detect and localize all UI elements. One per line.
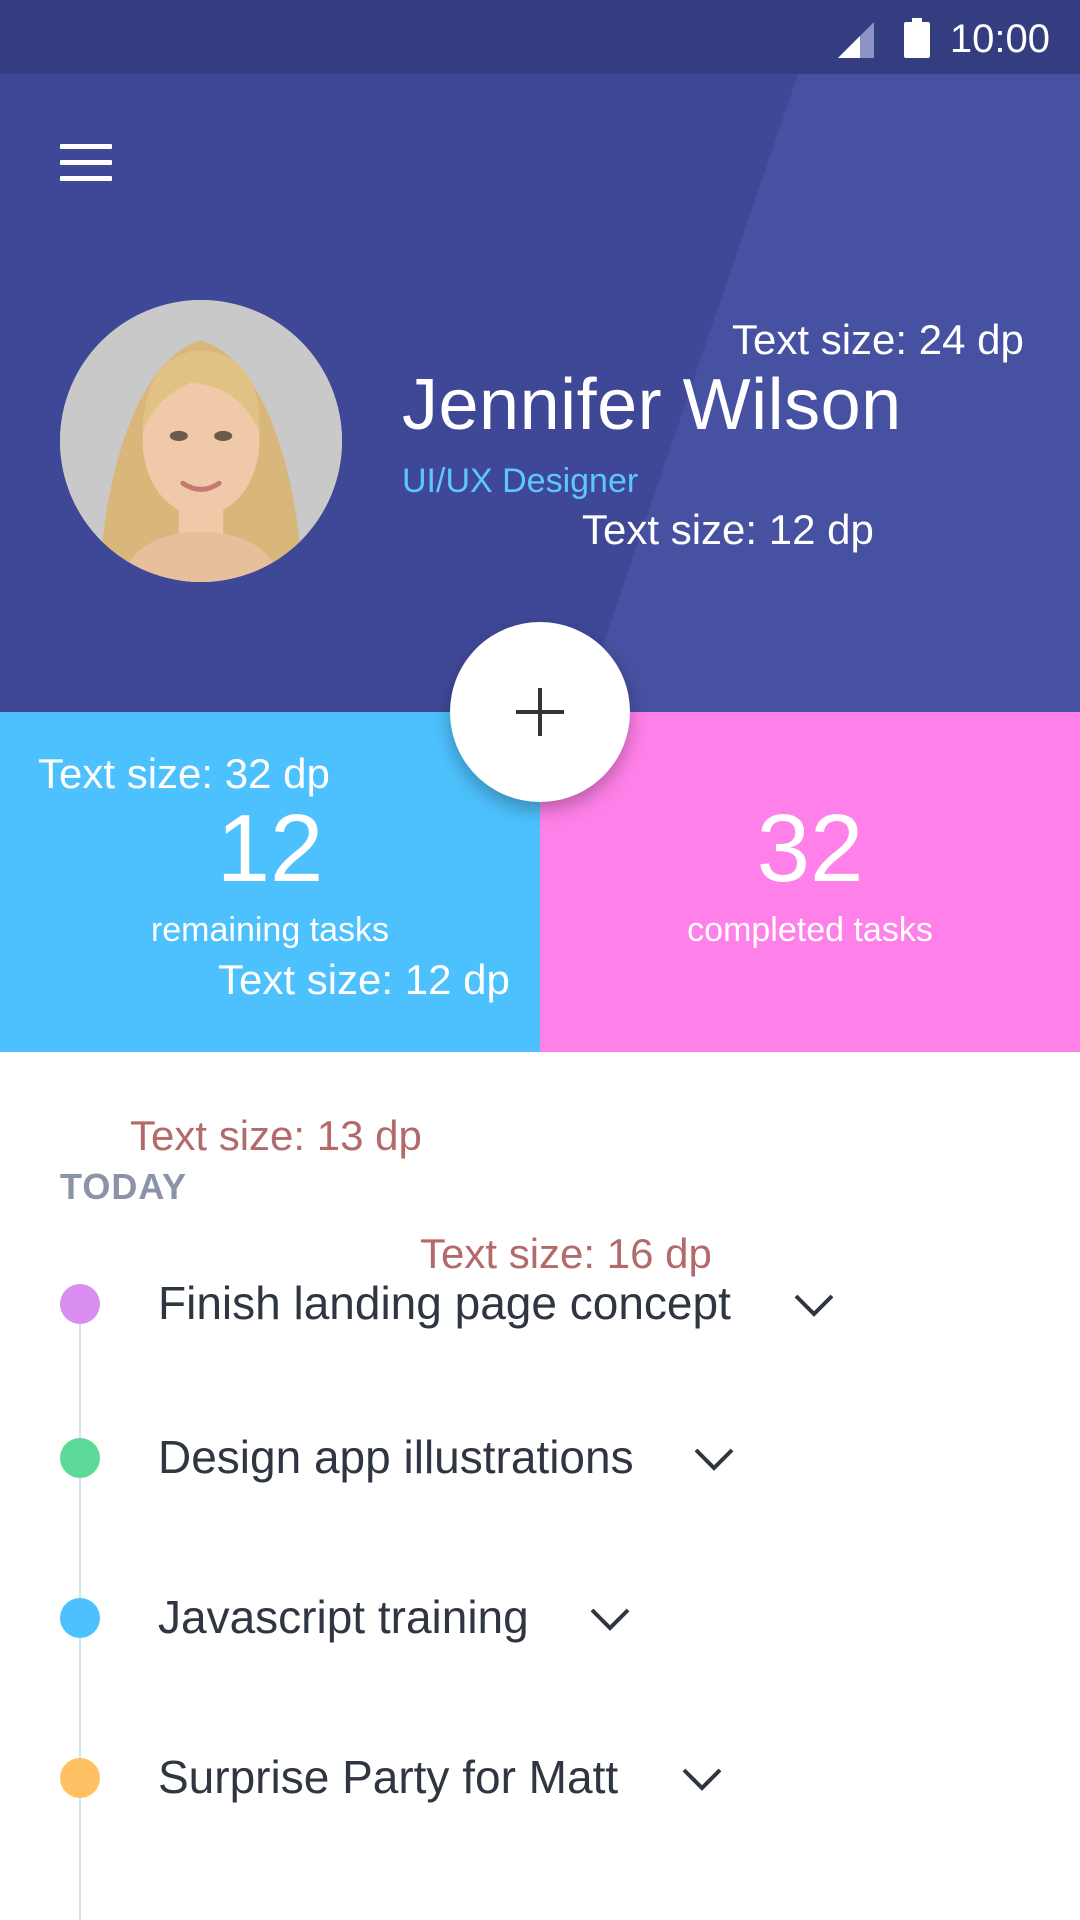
status-time: 10:00 — [949, 17, 1050, 61]
completed-tasks-card[interactable]: 32 completed tasks — [540, 712, 1080, 1052]
task-title: Javascript training — [158, 1591, 529, 1643]
remaining-tasks-label: remaining tasks — [150, 911, 390, 949]
profile-header: Text size: 24 dp Jennifer Wilson UI/UX D… — [0, 74, 1080, 712]
remaining-tasks-count: 12 — [216, 795, 324, 902]
task-item[interactable]: Finish landing page concept — [0, 1264, 1080, 1344]
avatar-photo — [60, 300, 342, 582]
task-status-dot — [60, 1438, 100, 1478]
section-title-today: TODAY — [60, 1166, 188, 1207]
chevron-down-icon[interactable] — [794, 1294, 834, 1318]
task-title: Finish landing page concept — [158, 1277, 731, 1329]
name-text-size-note: Text size: 24 dp — [732, 316, 1024, 363]
completed-tasks-label: completed tasks — [687, 911, 933, 949]
chevron-down-icon[interactable] — [694, 1448, 734, 1472]
hamburger-menu-icon[interactable] — [52, 130, 120, 194]
section-title-text-size-note: Text size: 13 dp — [130, 1112, 422, 1159]
battery-icon — [904, 18, 930, 58]
status-bar: 10:00 — [0, 0, 1080, 74]
profile-name: Jennifer Wilson — [402, 365, 902, 445]
chevron-down-icon[interactable] — [682, 1768, 722, 1792]
role-text-size-note: Text size: 12 dp — [582, 506, 874, 553]
remaining-tasks-card[interactable]: Text size: 32 dp 12 remaining tasks Text… — [0, 712, 540, 1052]
chevron-down-icon[interactable] — [590, 1608, 630, 1632]
task-title: Design app illustrations — [158, 1431, 634, 1483]
task-item[interactable]: Surprise Party for Matt — [0, 1738, 1080, 1818]
task-title: Surprise Party for Matt — [158, 1751, 619, 1803]
task-status-dot — [60, 1758, 100, 1798]
profile-role: UI/UX Designer — [402, 462, 639, 500]
task-status-dot — [60, 1598, 100, 1638]
add-task-button[interactable] — [450, 622, 630, 802]
task-status-dot — [60, 1284, 100, 1324]
signal-icon — [838, 22, 874, 58]
task-item[interactable]: Javascript training — [0, 1578, 1080, 1658]
stat-label-text-size-note: Text size: 12 dp — [218, 956, 510, 1003]
stat-value-text-size-note: Text size: 32 dp — [38, 750, 330, 797]
plus-icon — [516, 688, 564, 736]
app-screen: 10:00 Text size: 24 dp Jennifer Wilson U… — [0, 0, 1080, 1920]
completed-tasks-count: 32 — [756, 795, 864, 902]
task-item[interactable]: Design app illustrations — [0, 1418, 1080, 1498]
avatar[interactable] — [60, 300, 342, 582]
